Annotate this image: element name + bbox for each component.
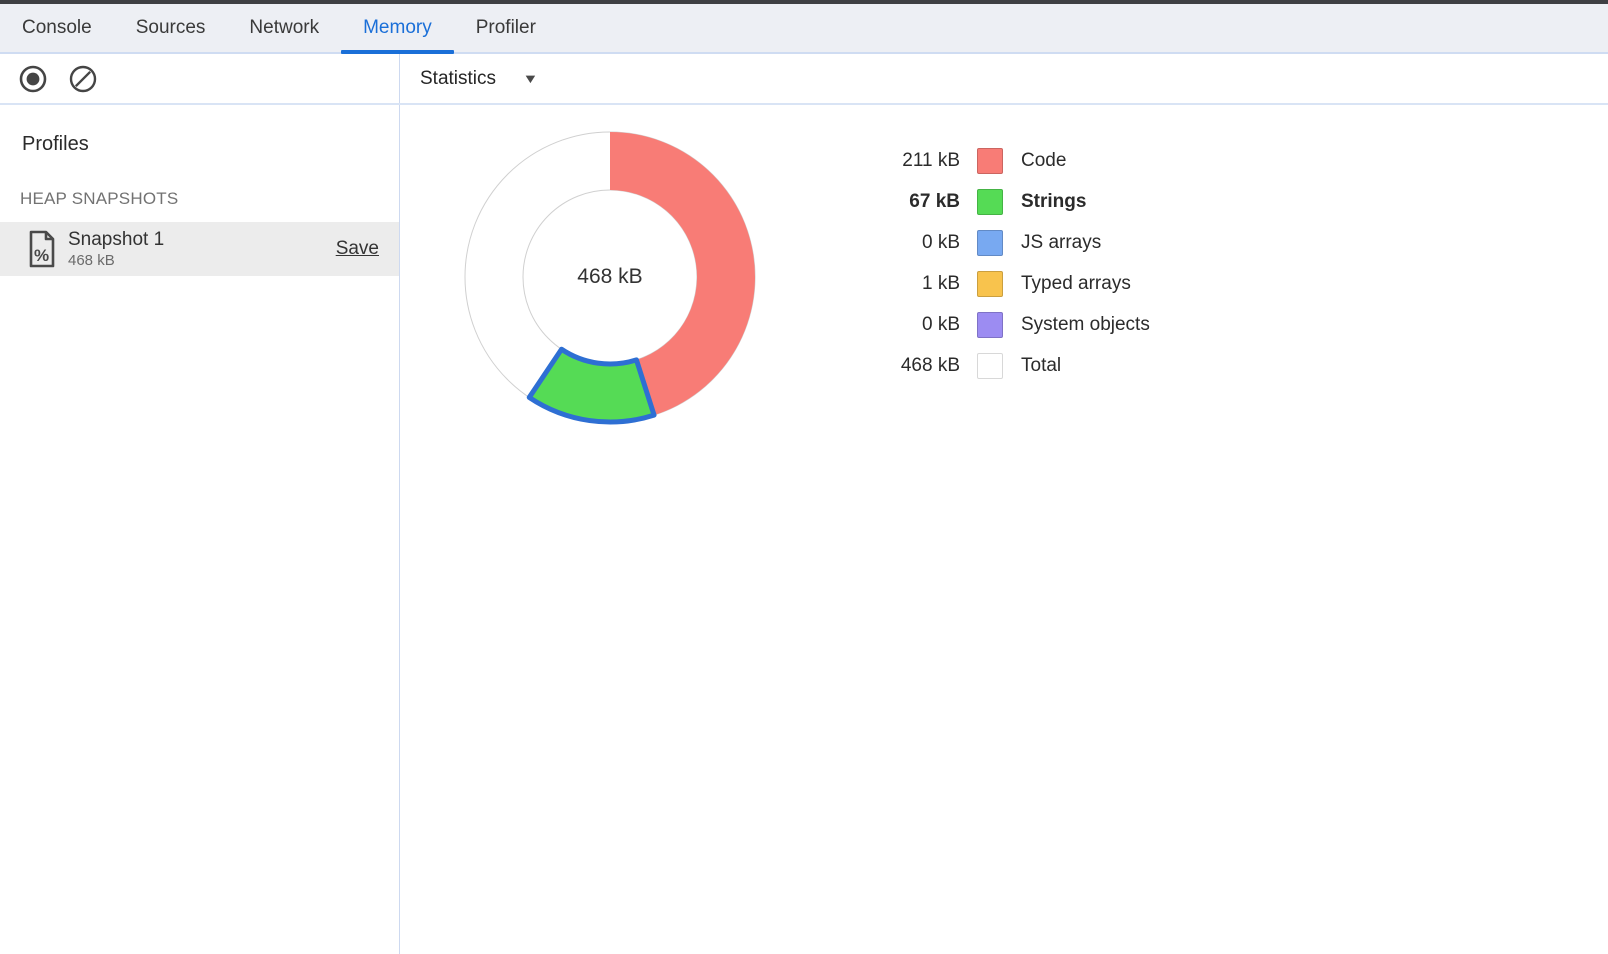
save-link[interactable]: Save [336,238,379,260]
heap-snapshot-file-icon: % [28,230,56,268]
legend-value: 0 kB [845,232,960,254]
chart-legend: 211 kB Code 67 kB Strings 0 kB JS arrays 1 kB T… [845,140,1150,386]
legend-label: Typed arrays [1021,273,1131,295]
record-heap-snapshot-button[interactable] [18,64,48,94]
profiler-toolbar [0,54,400,103]
legend-value: 211 kB [845,150,960,172]
legend-value: 1 kB [845,273,960,295]
legend-row-js-arrays[interactable]: 0 kB JS arrays [845,222,1150,263]
legend-row-typed-arrays[interactable]: 1 kB Typed arrays [845,263,1150,304]
sidebar-item-snapshot-1[interactable]: % Snapshot 1 468 kB Save [0,222,399,276]
snapshot-size: 468 kB [68,253,336,268]
legend-value: 67 kB [845,191,960,213]
legend-swatch-system-objects [977,312,1003,338]
statistics-panel: 468 kB 211 kB Code 67 kB Strings 0 kB JS arra… [400,105,1608,954]
profiles-title: Profiles [0,105,399,156]
legend-label: Total [1021,355,1061,377]
heap-snapshots-heading: HEAP SNAPSHOTS [0,156,399,222]
tab-bar: ConsoleSourcesNetworkMemoryProfiler [0,4,1608,54]
devtools-window: ConsoleSourcesNetworkMemoryProfiler Stat… [0,0,1608,954]
legend-swatch-strings [977,189,1003,215]
legend-swatch-code [977,148,1003,174]
tab-memory[interactable]: Memory [341,4,454,52]
view-toolbar: Statistics ▼ [400,54,1608,103]
clear-icon [68,64,98,94]
legend-row-total[interactable]: 468 kB Total [845,345,1150,386]
pie-slice-strings[interactable] [529,349,654,422]
toolbar: Statistics ▼ [0,54,1608,105]
legend-row-code[interactable]: 211 kB Code [845,140,1150,181]
legend-value: 468 kB [845,355,960,377]
profiles-sidebar: Profiles HEAP SNAPSHOTS % Snapshot 1 468… [0,105,400,954]
tab-sources[interactable]: Sources [114,4,228,52]
legend-swatch-typed-arrays [977,271,1003,297]
clear-profiles-button[interactable] [68,64,98,94]
tab-console[interactable]: Console [0,4,114,52]
snapshot-name: Snapshot 1 [68,230,336,251]
perspective-select-value: Statistics [420,68,496,90]
panel-content: Profiles HEAP SNAPSHOTS % Snapshot 1 468… [0,105,1608,954]
heap-donut-chart: 468 kB [450,117,770,437]
legend-swatch-total [977,353,1003,379]
legend-label: Strings [1021,191,1086,213]
legend-label: JS arrays [1021,232,1101,254]
snapshot-text: Snapshot 1 468 kB [68,230,336,268]
legend-row-system-objects[interactable]: 0 kB System objects [845,304,1150,345]
legend-value: 0 kB [845,314,960,336]
svg-text:%: % [34,246,49,265]
record-icon [18,64,48,94]
legend-swatch-js-arrays [977,230,1003,256]
tab-profiler[interactable]: Profiler [454,4,558,52]
perspective-select[interactable]: Statistics ▼ [420,68,537,90]
legend-row-strings[interactable]: 67 kB Strings [845,181,1150,222]
chevron-down-icon: ▼ [522,71,538,86]
legend-label: Code [1021,150,1066,172]
tab-network[interactable]: Network [227,4,341,52]
legend-label: System objects [1021,314,1150,336]
